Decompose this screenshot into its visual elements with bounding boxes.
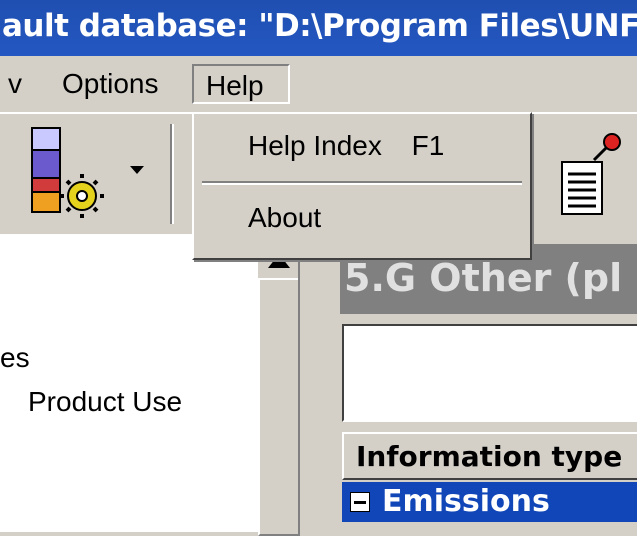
help-dropdown-menu: Help Index F1 About <box>192 112 532 260</box>
window-title: ault database: "D:\Program Files\UNF <box>2 8 637 44</box>
row-label-emissions: Emissions <box>382 484 550 519</box>
table-row[interactable]: Emissions <box>342 482 637 522</box>
database-settings-icon[interactable] <box>20 122 120 222</box>
menu-view-partial[interactable]: v <box>8 64 22 104</box>
table-header-information-type: Information type <box>356 440 623 473</box>
help-index-shortcut: F1 <box>411 130 445 161</box>
scroll-thumb[interactable] <box>258 278 300 536</box>
table-header[interactable]: Information type <box>342 432 637 480</box>
toolbar-separator <box>170 124 172 224</box>
tree-item-partial[interactable]: es <box>0 342 30 374</box>
menu-options[interactable]: Options <box>62 64 159 104</box>
menu-bar: v Options Help <box>0 56 637 112</box>
menu-help[interactable]: Help <box>192 64 290 104</box>
description-box[interactable] <box>342 324 637 422</box>
help-index-label: Help Index <box>248 130 382 161</box>
menu-separator <box>202 181 522 185</box>
notepad-pin-icon[interactable] <box>556 132 626 222</box>
menu-item-about[interactable]: About <box>248 202 321 234</box>
vertical-scrollbar[interactable] <box>256 234 300 536</box>
collapse-icon[interactable] <box>350 492 370 512</box>
section-heading: 5.G Other (pl <box>344 256 623 300</box>
tree-pane: es Product Use <box>0 234 256 532</box>
details-pane: 5.G Other (pl Information type Emissions <box>298 234 637 532</box>
tree-item-product-use[interactable]: Product Use <box>28 386 182 418</box>
dropdown-arrow-icon[interactable] <box>130 166 144 174</box>
title-bar: ault database: "D:\Program Files\UNF <box>0 0 637 56</box>
menu-item-help-index[interactable]: Help Index F1 <box>248 130 444 162</box>
